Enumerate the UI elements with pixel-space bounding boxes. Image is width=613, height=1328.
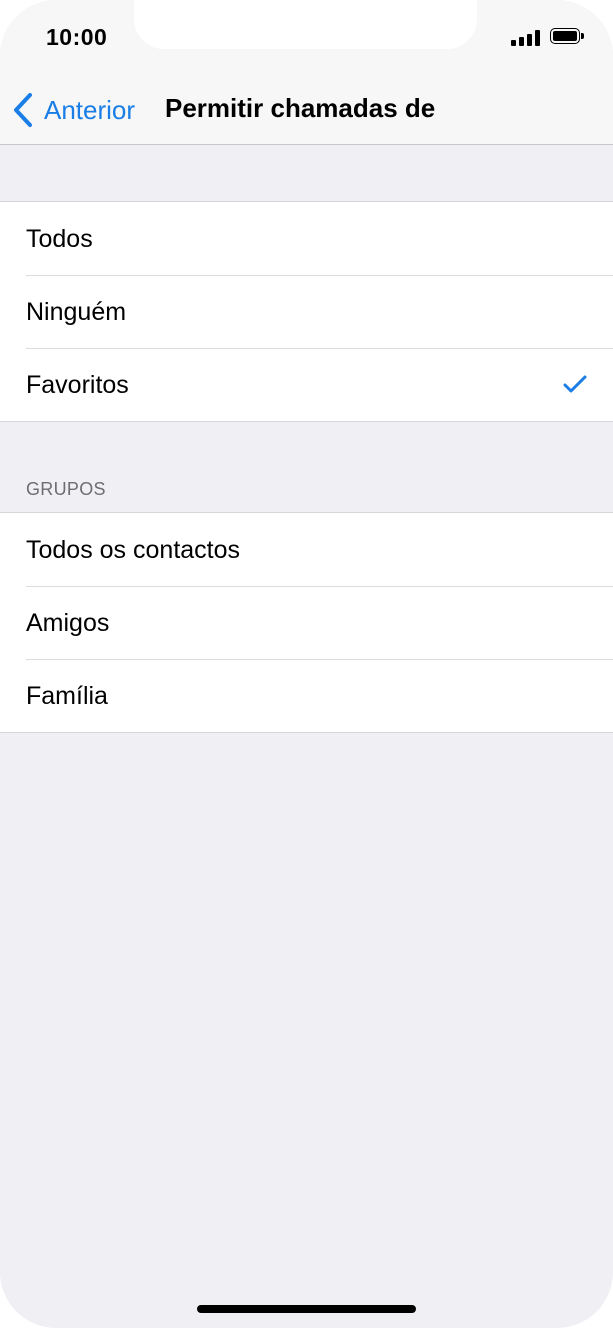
chevron-left-icon — [14, 93, 32, 127]
group-familia[interactable]: Família — [0, 659, 613, 732]
option-todos[interactable]: Todos — [0, 202, 613, 275]
home-indicator[interactable] — [197, 1305, 416, 1313]
status-time: 10:00 — [46, 24, 108, 50]
option-label: Todos — [26, 225, 93, 253]
section-header-groups: GRUPOS — [26, 479, 106, 499]
group-label: Família — [26, 682, 108, 710]
status-bar: 10:00 — [0, 0, 613, 76]
battery-icon — [550, 28, 585, 46]
checkmark-icon — [563, 375, 587, 393]
back-button[interactable]: Anterior — [12, 90, 135, 130]
notch — [134, 0, 477, 49]
group-label: Todos os contactos — [26, 536, 241, 564]
navigation-bar: Anterior Permitir chamadas de — [0, 76, 613, 145]
phone-screen: 10:00 Anterior Permitir chamadas de Todo… — [0, 0, 613, 1328]
option-favoritos[interactable]: Favoritos — [0, 348, 613, 421]
cellular-signal-icon — [511, 30, 541, 46]
option-label: Favoritos — [26, 371, 129, 399]
page-title: Permitir chamadas de — [165, 93, 436, 123]
option-label: Ninguém — [26, 298, 127, 326]
allow-calls-options: Todos Ninguém Favoritos — [0, 201, 613, 422]
contact-groups-list: Todos os contactos Amigos Família — [0, 512, 613, 733]
group-todos-os-contactos[interactable]: Todos os contactos — [0, 513, 613, 586]
back-button-label: Anterior — [44, 94, 136, 125]
group-amigos[interactable]: Amigos — [0, 586, 613, 659]
option-ninguem[interactable]: Ninguém — [0, 275, 613, 348]
group-label: Amigos — [26, 609, 110, 637]
